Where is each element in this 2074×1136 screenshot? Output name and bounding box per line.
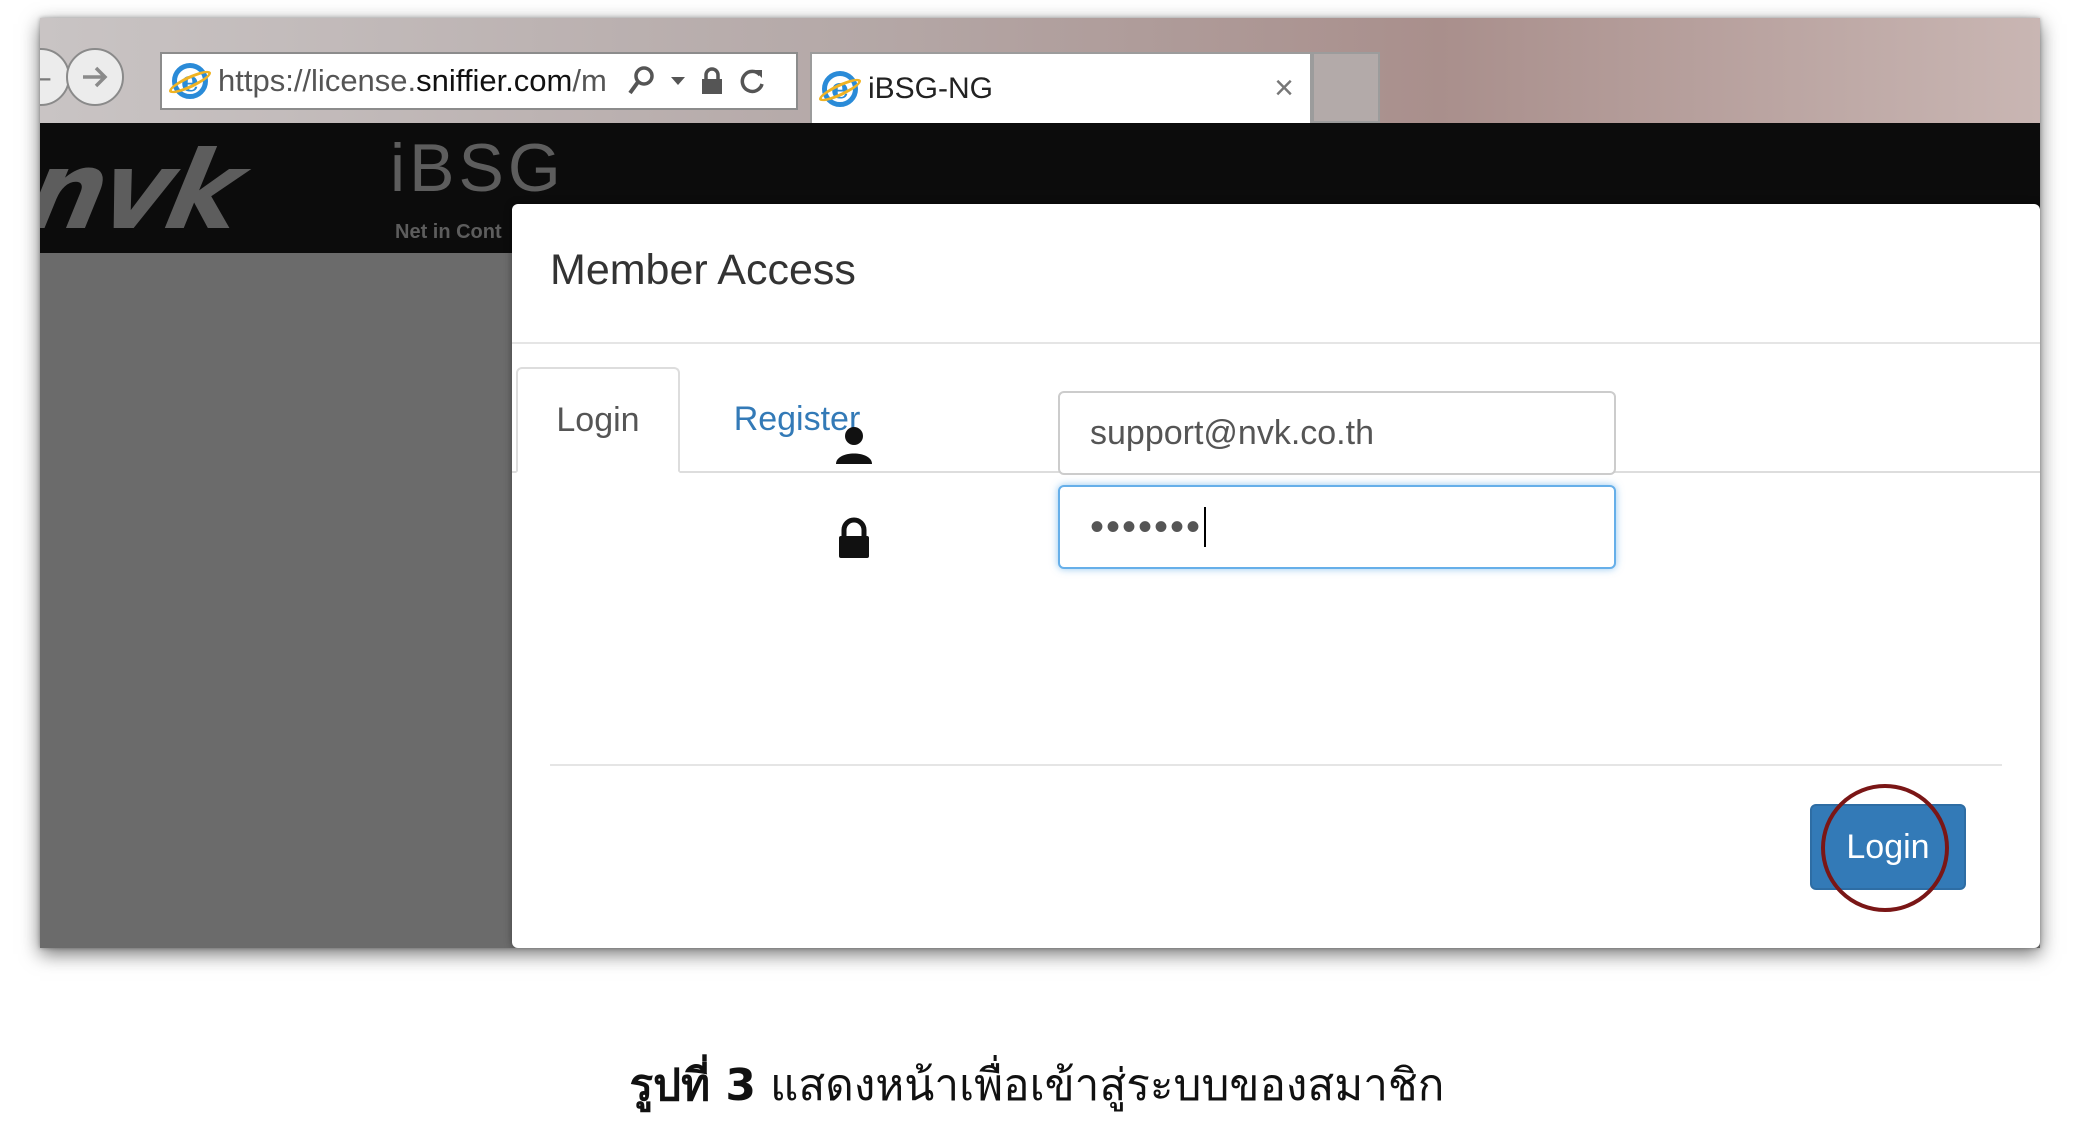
url-host-prefix: license. — [311, 63, 417, 98]
product-logo: iBSG — [390, 130, 565, 206]
padlock-icon — [839, 517, 869, 558]
caption-label: รูปที่ 3 — [629, 1060, 757, 1111]
back-icon: – — [40, 58, 50, 97]
logo-tagline: Net in Cont — [395, 221, 502, 243]
email-input[interactable]: support@nvk.co.th — [1058, 391, 1616, 475]
forward-icon — [83, 66, 108, 88]
ie-icon: e — [172, 63, 208, 99]
address-bar[interactable]: e https://license.sniffier.com/m — [160, 52, 798, 110]
nvk-logo: nvk — [40, 129, 251, 254]
url-text[interactable]: https://license.sniffier.com/m — [218, 63, 618, 99]
caption-text: แสดงหน้าเพื่อเข้าสู่ระบบของสมาชิก — [756, 1060, 1445, 1111]
modal-title: Member Access — [550, 246, 856, 294]
browser-tab[interactable]: e iBSG-NG × — [810, 52, 1312, 123]
lock-icon[interactable] — [700, 66, 724, 96]
url-scheme: https:// — [218, 63, 312, 98]
tab-login[interactable]: Login — [516, 367, 680, 473]
browser-chrome: – e https://license.sniffier.com/m — [40, 18, 2040, 123]
member-access-modal: Member Access Login Register support@nvk… — [512, 204, 2040, 948]
url-host: sniffier.com — [416, 63, 573, 98]
text-caret — [1204, 507, 1207, 547]
tab-title: iBSG-NG — [868, 71, 994, 105]
user-icon — [836, 427, 872, 464]
email-value: support@nvk.co.th — [1090, 413, 1374, 452]
new-tab-button[interactable] — [1312, 52, 1380, 123]
tab-ie-icon: e — [822, 70, 858, 107]
footer-divider — [550, 764, 2002, 766]
dropdown-icon[interactable] — [670, 75, 686, 87]
header-divider — [512, 342, 2040, 344]
refresh-icon[interactable] — [738, 66, 766, 96]
login-button[interactable]: Login — [1810, 804, 1966, 890]
password-input[interactable]: ••••••• — [1058, 485, 1616, 569]
password-mask: ••••••• — [1090, 504, 1203, 549]
search-icon[interactable] — [626, 65, 656, 97]
figure-caption: รูปที่ 3 แสดงหน้าเพื่อเข้าสู่ระบบของสมาช… — [0, 1050, 2074, 1120]
url-path: /m — [572, 63, 607, 98]
screenshot-frame: – e https://license.sniffier.com/m — [40, 18, 2040, 948]
close-icon[interactable]: × — [1274, 69, 1294, 108]
forward-button[interactable] — [66, 48, 124, 106]
